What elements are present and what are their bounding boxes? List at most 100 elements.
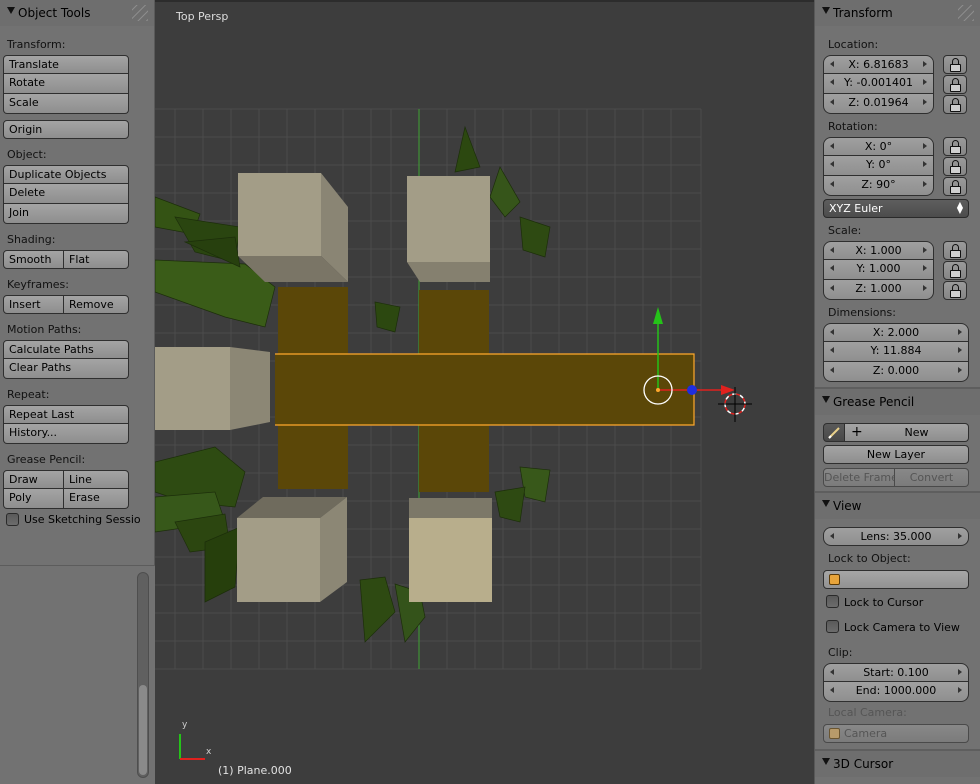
decrement-icon[interactable] [830,669,834,675]
decrement-icon[interactable] [830,329,834,335]
view-panel-header[interactable]: View [815,493,980,519]
new-grease-pencil-button[interactable]: + New [845,423,969,442]
increment-icon[interactable] [923,181,927,187]
decrement-icon[interactable] [830,61,834,67]
dimensions-y-value: Y: 11.884 [870,344,922,357]
insert-keyframe-button[interactable]: Insert [3,295,64,314]
history-button[interactable]: History... [3,424,129,444]
lock-to-cursor-checkbox[interactable] [826,595,839,608]
translate-button[interactable]: Translate [3,55,129,74]
smooth-button[interactable]: Smooth [3,250,64,269]
location-y-field[interactable]: Y: -0.001401 [823,74,934,94]
new-layer-button[interactable]: New Layer [823,445,969,464]
lock-to-object-field[interactable] [823,570,969,589]
increment-icon[interactable] [923,247,927,253]
grease-pencil-label: Grease Pencil: [7,453,86,466]
rotation-y-field[interactable]: Y: 0° [823,156,934,176]
increment-icon[interactable] [958,533,962,539]
rotation-mode-select[interactable]: XYZ Euler ▲ ▼ [823,199,969,218]
increment-icon[interactable] [923,265,927,271]
viewport-scene[interactable] [155,2,814,784]
scale-x-field[interactable]: X: 1.000 [823,241,934,260]
decrement-icon[interactable] [830,247,834,253]
decrement-icon[interactable] [830,99,834,105]
3d-cursor-panel-header[interactable]: 3D Cursor [815,751,980,777]
lock-scale-z-icon[interactable] [943,281,967,300]
decrement-icon[interactable] [830,687,834,693]
dimensions-y-field[interactable]: Y: 11.884 [823,342,969,362]
local-camera-field[interactable]: Camera [823,724,969,743]
decrement-icon[interactable] [830,285,834,291]
delete-frame-button[interactable]: Delete Frame [823,468,895,487]
increment-icon[interactable] [958,367,962,373]
decrement-icon[interactable] [830,533,834,539]
clear-paths-button[interactable]: Clear Paths [3,359,129,379]
use-sketching-label: Use Sketching Sessio [24,513,141,526]
rotation-z-field[interactable]: Z: 90° [823,176,934,196]
location-x-field[interactable]: X: 6.81683 [823,55,934,74]
increment-icon[interactable] [958,329,962,335]
increment-icon[interactable] [923,161,927,167]
increment-icon[interactable] [923,143,927,149]
increment-icon[interactable] [923,61,927,67]
increment-icon[interactable] [958,347,962,353]
dimensions-z-field[interactable]: Z: 0.000 [823,362,969,382]
lock-location-z-icon[interactable] [943,95,967,114]
rotate-button[interactable]: Rotate [3,74,129,94]
increment-icon[interactable] [923,285,927,291]
delete-button[interactable]: Delete [3,184,129,204]
decrement-icon[interactable] [830,347,834,353]
pencil-icon[interactable] [823,423,845,442]
panel-grip-icon[interactable] [958,5,974,21]
lens-field[interactable]: Lens: 35.000 [823,527,969,546]
lock-rotation-x-icon[interactable] [943,137,967,156]
poly-button[interactable]: Poly [3,489,64,509]
decrement-icon[interactable] [830,161,834,167]
increment-icon[interactable] [923,99,927,105]
rotation-x-field[interactable]: X: 0° [823,137,934,156]
remove-keyframe-button[interactable]: Remove [64,295,129,314]
transform-panel-header[interactable]: Transform [815,0,980,26]
erase-button[interactable]: Erase [64,489,129,509]
lock-rotation-z-icon[interactable] [943,177,967,196]
increment-icon[interactable] [958,687,962,693]
scale-y-field[interactable]: Y: 1.000 [823,260,934,280]
grease-pencil-panel-header[interactable]: Grease Pencil [815,389,980,415]
origin-button[interactable]: Origin [3,120,129,139]
calculate-paths-button[interactable]: Calculate Paths [3,340,129,359]
increment-icon[interactable] [958,669,962,675]
decrement-icon[interactable] [830,181,834,187]
join-button[interactable]: Join [3,204,129,224]
lock-scale-y-icon[interactable] [943,261,967,280]
repeat-last-button[interactable]: Repeat Last [3,405,129,424]
lock-rotation-y-icon[interactable] [943,157,967,176]
scrollbar-thumb[interactable] [139,685,147,775]
dimensions-x-value: X: 2.000 [872,326,920,339]
lock-scale-x-icon[interactable] [943,241,967,260]
tool-shelf-scrollbar[interactable] [137,572,149,778]
lock-location-y-icon[interactable] [943,75,967,94]
decrement-icon[interactable] [830,143,834,149]
decrement-icon[interactable] [830,367,834,373]
object-tools-header[interactable]: Object Tools [0,0,154,26]
lock-location-x-icon[interactable] [943,55,967,74]
clip-end-field[interactable]: End: 1000.000 [823,682,969,702]
scale-z-field[interactable]: Z: 1.000 [823,280,934,300]
location-z-field[interactable]: Z: 0.01964 [823,94,934,114]
lock-camera-to-view-checkbox[interactable] [826,620,839,633]
3d-viewport[interactable]: Top Persp y x (1) Plane.000 [155,0,814,784]
scale-button[interactable]: Scale [3,94,129,114]
increment-icon[interactable] [923,79,927,85]
panel-grip-icon[interactable] [132,5,148,21]
line-button[interactable]: Line [64,470,129,489]
use-sketching-checkbox[interactable] [6,513,19,526]
clip-start-field[interactable]: Start: 0.100 [823,663,969,682]
draw-button[interactable]: Draw [3,470,64,489]
duplicate-objects-button[interactable]: Duplicate Objects [3,165,129,184]
dimensions-x-field[interactable]: X: 2.000 [823,323,969,342]
decrement-icon[interactable] [830,265,834,271]
decrement-icon[interactable] [830,79,834,85]
convert-button[interactable]: Convert [895,468,969,487]
flat-button[interactable]: Flat [64,250,129,269]
transform-panel-title: Transform [833,6,893,20]
